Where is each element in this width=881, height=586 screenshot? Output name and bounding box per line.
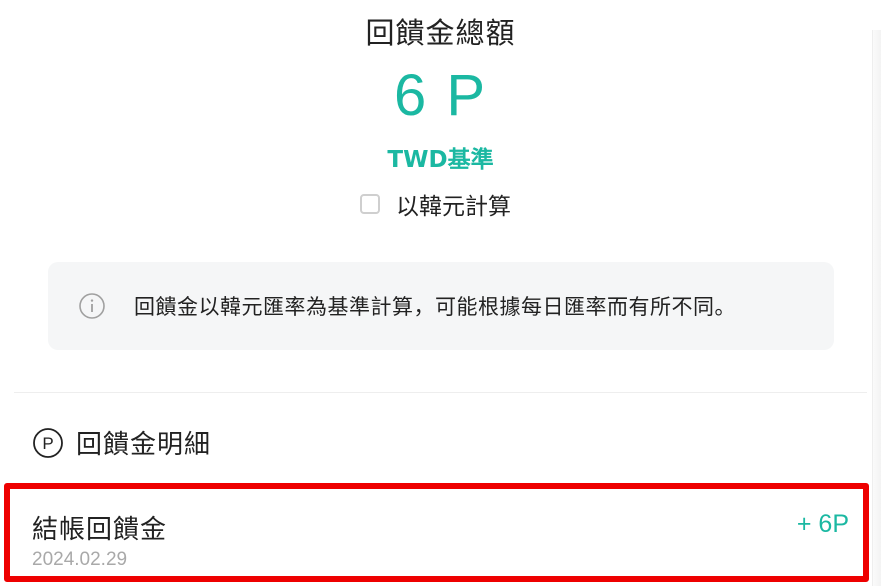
entry-title: 結帳回饋金 <box>32 515 168 545</box>
total-points-amount: 6 P <box>393 63 488 128</box>
points-details-title: 回饋金明細 <box>76 430 212 460</box>
info-icon <box>79 293 105 319</box>
krw-calculation-toggle[interactable]: 以韓元計算 <box>360 188 511 220</box>
entry-date: 2024.02.29 <box>32 549 128 570</box>
exchange-rate-notice: 回饋金以韓元匯率為基準計算，可能根據每日匯率而有所不同。 <box>48 262 834 350</box>
currency-basis: TWD基準 <box>387 147 494 173</box>
krw-checkbox-label[interactable]: 以韓元計算 <box>396 187 511 221</box>
section-divider <box>14 392 867 393</box>
svg-text:P: P <box>42 434 53 453</box>
notice-text: 回饋金以韓元匯率為基準計算，可能根據每日匯率而有所不同。 <box>134 295 736 319</box>
points-history-item[interactable]: 結帳回饋金 + 6P 2024.02.29 <box>4 483 869 582</box>
page-title: 回饋金總額 <box>365 16 516 50</box>
points-details-header: P 回饋金明細 <box>32 424 211 461</box>
reward-points-page: 回饋金總額 6 P TWD基準 以韓元計算 回饋金以韓元匯率為基準計算，可能根據… <box>0 0 881 586</box>
p-circle-icon: P <box>33 427 63 458</box>
krw-checkbox[interactable] <box>360 194 380 214</box>
entry-amount: + 6P <box>796 510 849 538</box>
